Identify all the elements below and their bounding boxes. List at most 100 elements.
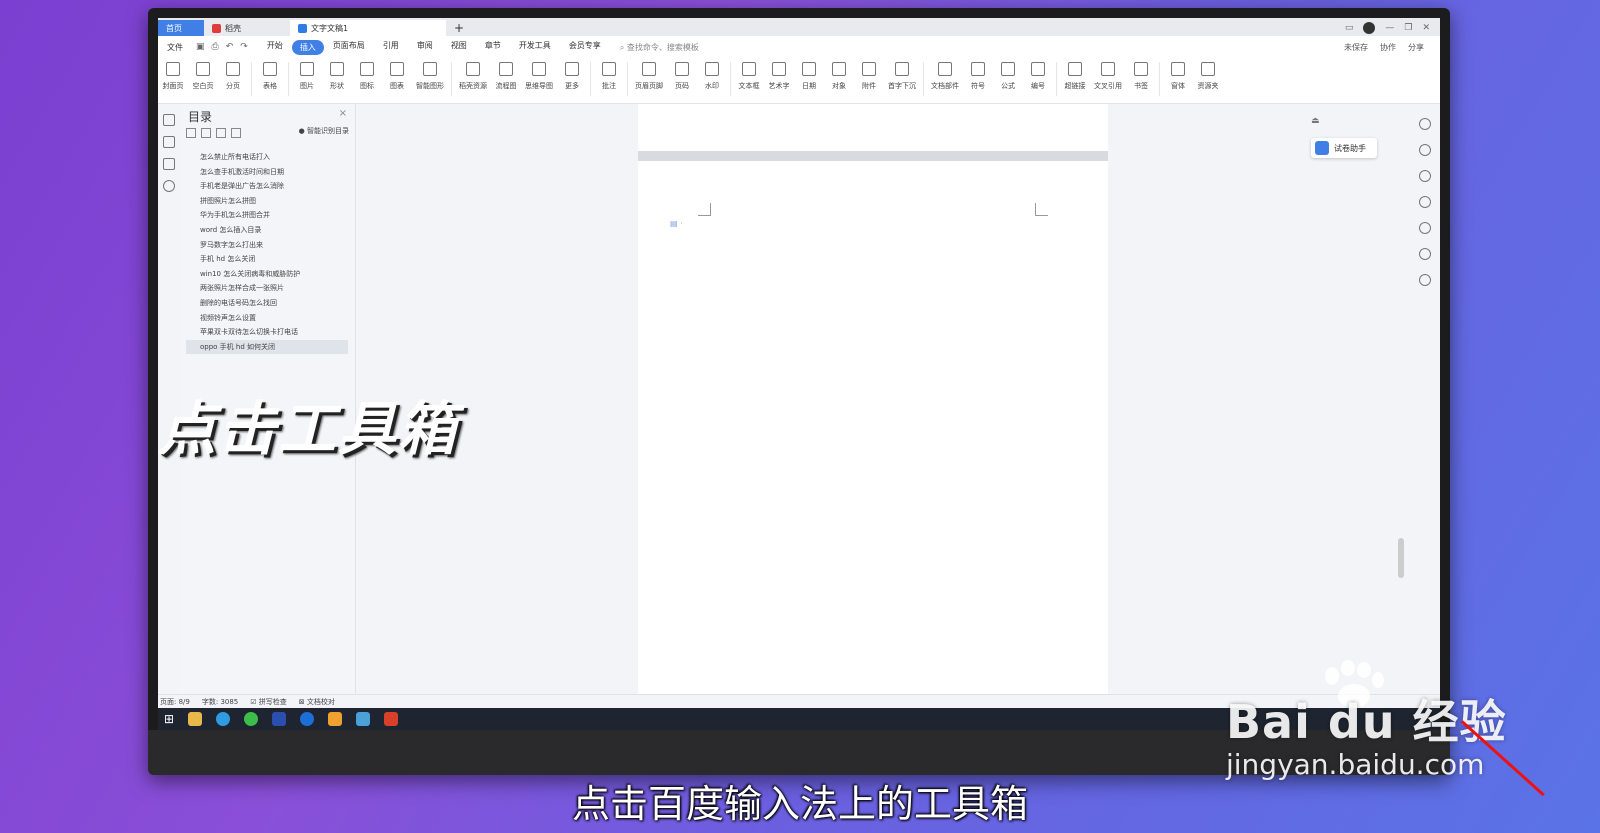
toc-item[interactable]: 删除的电话号码怎么找回 xyxy=(186,296,348,311)
restore-button[interactable]: ❐ xyxy=(1404,23,1412,33)
ribbon-button[interactable]: 艺术字 xyxy=(764,62,794,91)
toc-item[interactable]: 视频铃声怎么设置 xyxy=(186,311,348,326)
collapse-panel-icon[interactable]: ⏏ xyxy=(1311,116,1320,126)
windows-start-icon[interactable]: ⊞ xyxy=(164,712,174,726)
ribbon-button[interactable]: 稻壳资源 xyxy=(455,62,491,91)
toc-item[interactable]: win10 怎么关闭病毒和威胁防护 xyxy=(186,267,348,282)
ribbon-button[interactable]: 水印 xyxy=(697,62,727,91)
print-icon[interactable]: ⎙ xyxy=(212,42,219,52)
menu-item[interactable]: 审阅 xyxy=(408,40,442,55)
pen-icon[interactable] xyxy=(1419,144,1431,156)
paragraph-icon[interactable]: ▤ · xyxy=(670,219,683,228)
ribbon-button[interactable]: 形状 xyxy=(322,62,352,91)
edge-icon[interactable] xyxy=(216,712,231,726)
ribbon-button[interactable]: 图标 xyxy=(352,62,382,91)
menu-item[interactable]: 会员专享 xyxy=(560,40,610,55)
menu-right-item[interactable]: 分享 xyxy=(1408,42,1424,53)
vertical-scrollbar[interactable] xyxy=(1398,118,1404,678)
toc-item[interactable]: 怎么查手机激活时间和日期 xyxy=(186,165,348,180)
file-menu[interactable]: 文件 xyxy=(158,42,192,53)
exam-assistant-button[interactable]: 试卷助手 xyxy=(1311,138,1377,158)
ribbon-button[interactable]: 日期 xyxy=(794,62,824,91)
ribbon-button[interactable]: 封面页 xyxy=(158,62,188,91)
browser-icon[interactable] xyxy=(300,712,315,726)
page-current[interactable]: ▤ · xyxy=(638,161,1108,694)
toc-item[interactable]: 两张照片怎样合成一张照片 xyxy=(186,281,348,296)
folder-icon[interactable] xyxy=(163,136,175,148)
backup-icon[interactable] xyxy=(1419,248,1431,260)
ribbon-button[interactable]: 符号 xyxy=(963,62,993,91)
menu-item[interactable]: 引用 xyxy=(374,40,408,55)
ribbon-button[interactable]: 批注 xyxy=(594,62,624,91)
ribbon-button[interactable]: 思维导图 xyxy=(521,62,557,91)
toc-item[interactable]: 手机 hd 怎么关闭 xyxy=(186,252,348,267)
menu-right-item[interactable]: 协作 xyxy=(1380,42,1396,53)
location-icon[interactable] xyxy=(1419,274,1431,286)
settings-icon[interactable] xyxy=(1419,196,1431,208)
collapse-icon[interactable] xyxy=(186,128,196,138)
pointer-icon[interactable] xyxy=(1419,170,1431,182)
new-tab-button[interactable]: + xyxy=(446,20,478,36)
ribbon-button[interactable]: 文档部件 xyxy=(927,62,963,91)
minimize-button[interactable]: — xyxy=(1385,23,1394,33)
ribbon-button[interactable]: 窗体 xyxy=(1163,62,1193,91)
minus-icon[interactable] xyxy=(201,128,211,138)
menu-item[interactable]: 开始 xyxy=(258,40,292,55)
help-icon[interactable] xyxy=(1419,222,1431,234)
wps-icon[interactable] xyxy=(328,712,343,726)
redo-icon[interactable]: ↷ xyxy=(240,42,248,52)
toc-item[interactable]: 罗马数字怎么打出来 xyxy=(186,238,348,253)
ribbon-button[interactable]: 页码 xyxy=(667,62,697,91)
ribbon-button[interactable]: 图片 xyxy=(292,62,322,91)
ribbon-button[interactable]: 超链接 xyxy=(1060,62,1090,91)
ribbon-button[interactable]: 首字下沉 xyxy=(884,62,920,91)
scroll-thumb[interactable] xyxy=(1398,538,1404,578)
delete-icon[interactable] xyxy=(231,128,241,138)
word-count[interactable]: 字数: 3085 xyxy=(202,697,238,707)
ribbon-button[interactable]: 附件 xyxy=(854,62,884,91)
ribbon-button[interactable]: 流程图 xyxy=(491,62,521,91)
smart-toc-button[interactable]: ● 智能识别目录 xyxy=(299,126,349,136)
ribbon-button[interactable]: 对象 xyxy=(824,62,854,91)
ribbon-button[interactable]: 编号 xyxy=(1023,62,1053,91)
ribbon-button[interactable]: 智能图形 xyxy=(412,62,448,91)
ribbon-button[interactable]: 空白页 xyxy=(188,62,218,91)
wps-writer-icon[interactable] xyxy=(384,712,399,726)
bookmark-icon[interactable] xyxy=(163,158,175,170)
store-icon[interactable] xyxy=(356,712,371,726)
app-icon[interactable] xyxy=(272,712,287,726)
menu-item[interactable]: 章节 xyxy=(476,40,510,55)
style-icon[interactable] xyxy=(1419,118,1431,130)
toc-icon[interactable] xyxy=(163,114,175,126)
explorer-icon[interactable] xyxy=(188,712,203,726)
toc-item[interactable]: oppo 手机 hd 如何关闭 xyxy=(186,339,348,355)
toc-item[interactable]: 怎么禁止所有电话打入 xyxy=(186,150,348,165)
toc-item[interactable]: 苹果双卡双待怎么切换卡打电话 xyxy=(186,325,348,340)
ribbon-button[interactable]: 更多 xyxy=(557,62,587,91)
menu-right-item[interactable]: 未保存 xyxy=(1344,42,1368,53)
search-icon[interactable] xyxy=(163,180,175,192)
save-icon[interactable]: ▣ xyxy=(196,42,205,52)
toc-item[interactable]: 拼图照片怎么拼图 xyxy=(186,194,348,209)
ribbon-button[interactable]: 表格 xyxy=(255,62,285,91)
ribbon-button[interactable]: 公式 xyxy=(993,62,1023,91)
close-button[interactable]: ✕ xyxy=(1422,23,1430,33)
spell-check[interactable]: ☑ 拼写检查 xyxy=(250,697,287,707)
ribbon-button[interactable]: 文叉引用 xyxy=(1090,62,1126,91)
menu-item[interactable]: 视图 xyxy=(442,40,476,55)
ribbon-button[interactable]: 页眉页脚 xyxy=(631,62,667,91)
toc-item[interactable]: 手机老是弹出广告怎么消除 xyxy=(186,179,348,194)
toc-item[interactable]: 华为手机怎么拼图合并 xyxy=(186,208,348,223)
ribbon-button[interactable]: 图表 xyxy=(382,62,412,91)
ribbon-button[interactable]: 文本框 xyxy=(734,62,764,91)
toc-item[interactable]: word 怎么插入目录 xyxy=(186,223,348,238)
ribbon-button[interactable]: 分页 xyxy=(218,62,248,91)
tab-daoke[interactable]: 稻壳 xyxy=(204,20,290,36)
wechat-icon[interactable] xyxy=(244,712,259,726)
proofread[interactable]: ⊠ 文档校对 xyxy=(299,697,335,707)
undo-icon[interactable]: ↶ xyxy=(226,42,234,52)
layout-icon[interactable]: ▭ xyxy=(1345,23,1354,33)
tab-document[interactable]: 文字文稿1 xyxy=(290,20,446,36)
plus-icon[interactable] xyxy=(216,128,226,138)
search-command[interactable]: ⌕ 查找命令、搜索模板 xyxy=(620,42,699,53)
